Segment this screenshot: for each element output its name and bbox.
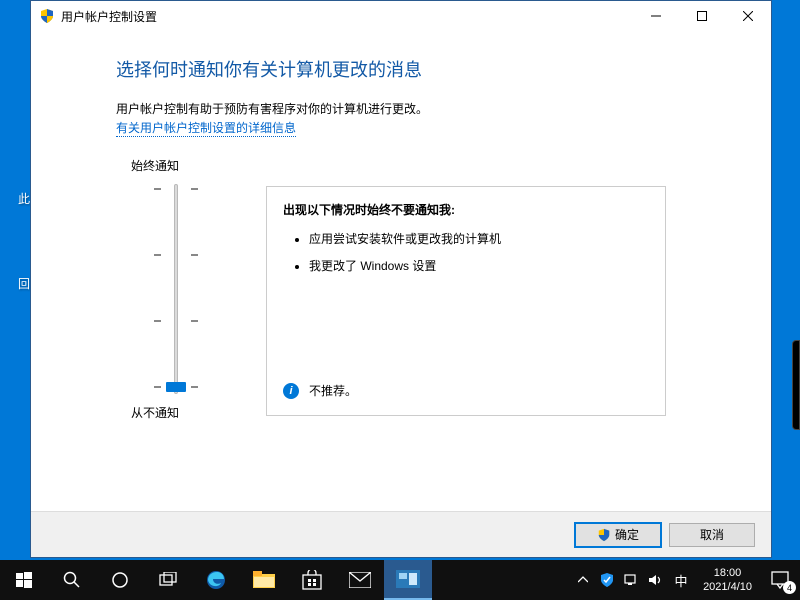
help-link[interactable]: 有关用户帐户控制设置的详细信息 — [116, 119, 296, 137]
recommendation-row: i 不推荐。 — [283, 382, 357, 399]
ok-button[interactable]: 确定 — [575, 523, 661, 547]
search-button[interactable] — [48, 560, 96, 600]
maximize-button[interactable] — [679, 1, 725, 31]
level-description-panel: 出现以下情况时始终不要通知我: 应用尝试安装软件或更改我的计算机 我更改了 Wi… — [266, 186, 666, 416]
uac-shield-icon — [597, 528, 611, 542]
slider-track[interactable] — [146, 184, 206, 394]
volume-icon[interactable] — [643, 560, 667, 600]
info-icon: i — [283, 383, 299, 399]
uac-shield-icon — [39, 8, 55, 24]
edge-icon[interactable] — [192, 560, 240, 600]
slider-top-label: 始终通知 — [116, 157, 236, 174]
mail-icon[interactable] — [336, 560, 384, 600]
taskbar[interactable]: 中 18:00 2021/4/10 4 — [0, 560, 800, 600]
close-button[interactable] — [725, 1, 771, 31]
desktop-icon-label: 此 — [18, 190, 30, 207]
clock[interactable]: 18:00 2021/4/10 — [695, 566, 760, 595]
recommendation-text: 不推荐。 — [309, 382, 357, 399]
file-explorer-icon[interactable] — [240, 560, 288, 600]
level-title: 出现以下情况时始终不要通知我: — [283, 201, 649, 218]
desktop-icon-label-2: 回 — [18, 275, 30, 292]
uac-settings-window: 用户帐户控制设置 选择何时通知你有关计算机更改的消息 用户帐户控制有助于预防有害… — [30, 0, 772, 558]
slider-bottom-label: 从不通知 — [116, 404, 236, 421]
system-tray: 中 18:00 2021/4/10 4 — [571, 560, 800, 600]
window-controls — [633, 1, 771, 31]
task-view-button[interactable] — [144, 560, 192, 600]
notification-badge: 4 — [783, 581, 796, 594]
titlebar[interactable]: 用户帐户控制设置 — [31, 1, 771, 31]
level-item: 应用尝试安装软件或更改我的计算机 — [309, 230, 649, 247]
security-icon[interactable] — [595, 560, 619, 600]
network-icon[interactable] — [619, 560, 643, 600]
level-item: 我更改了 Windows 设置 — [309, 257, 649, 274]
side-tab[interactable] — [792, 340, 800, 430]
minimize-button[interactable] — [633, 1, 679, 31]
window-content: 选择何时通知你有关计算机更改的消息 用户帐户控制有助于预防有害程序对你的计算机进… — [31, 31, 771, 511]
action-center-icon[interactable]: 4 — [760, 560, 800, 600]
page-heading: 选择何时通知你有关计算机更改的消息 — [116, 56, 686, 82]
uac-taskbar-item[interactable] — [384, 560, 432, 600]
button-bar: 确定 取消 — [31, 511, 771, 557]
ime-indicator[interactable]: 中 — [667, 560, 695, 600]
tray-chevron-icon[interactable] — [571, 560, 595, 600]
slider-thumb[interactable] — [166, 382, 186, 392]
cancel-button[interactable]: 取消 — [669, 523, 755, 547]
window-title: 用户帐户控制设置 — [61, 8, 157, 25]
store-icon[interactable] — [288, 560, 336, 600]
notification-slider: 始终通知 从不通知 — [116, 157, 236, 421]
cortana-button[interactable] — [96, 560, 144, 600]
start-button[interactable] — [0, 560, 48, 600]
page-description: 用户帐户控制有助于预防有害程序对你的计算机进行更改。 — [116, 100, 686, 117]
